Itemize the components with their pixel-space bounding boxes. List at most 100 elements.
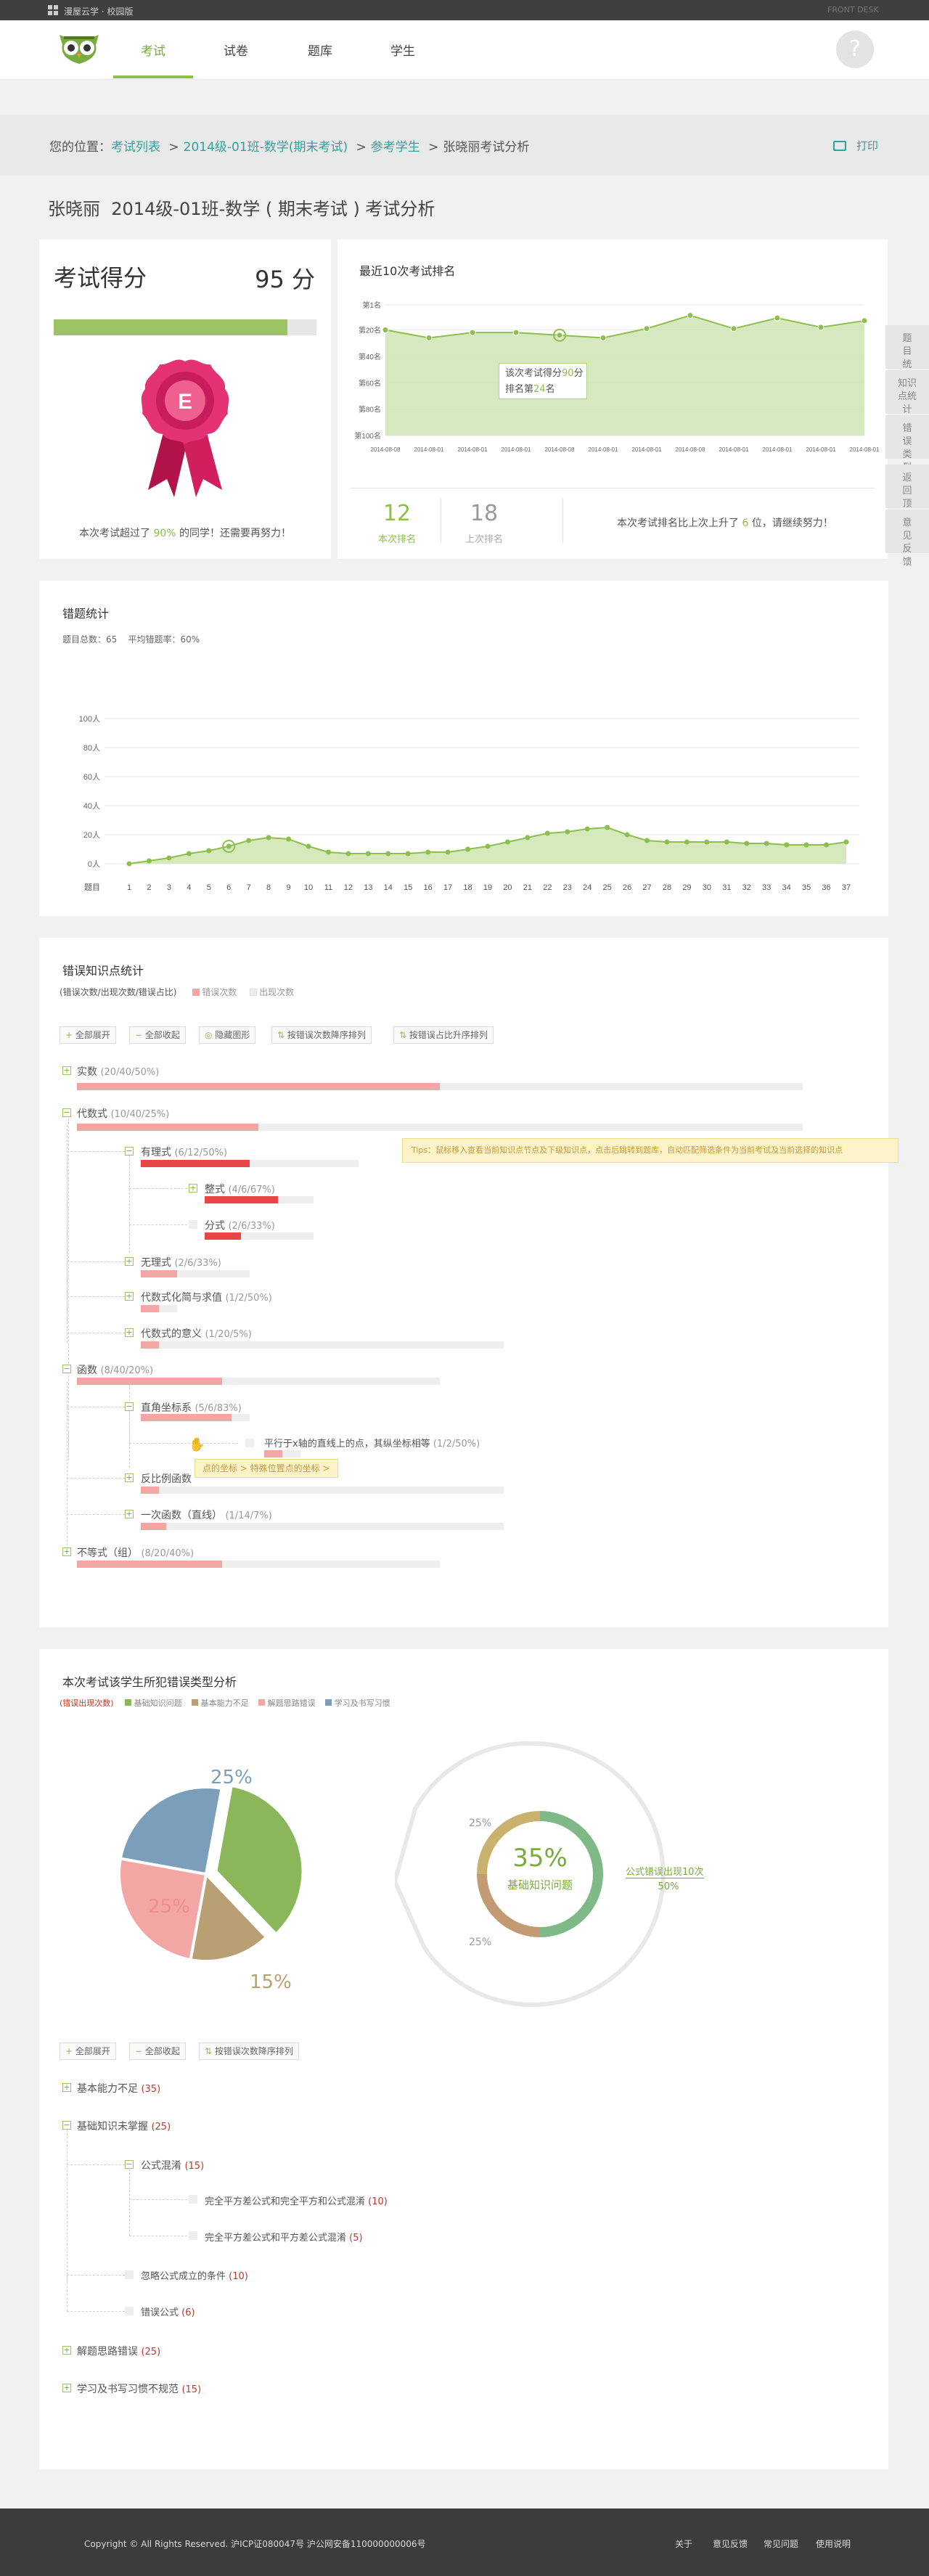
- kp-node-fraction[interactable]: 分式 (2/6/33%): [205, 1218, 275, 1232]
- errstat-title: 错题统计: [62, 607, 110, 621]
- kp-toggle-polynomial[interactable]: +: [189, 1184, 197, 1193]
- kp-toggle-real[interactable]: +: [62, 1066, 71, 1075]
- kp-node-parallel-x[interactable]: 平行于x轴的直线上的点，其纵坐标相等 (1/2/50%): [264, 1436, 480, 1449]
- kp-toggle-rational[interactable]: −: [125, 1147, 134, 1156]
- nav-item-exam[interactable]: 考试: [113, 41, 193, 59]
- kp-node-function[interactable]: 函数 (8/40/20%): [77, 1362, 153, 1377]
- kp-node-inequality[interactable]: 不等式（组） (8/20/40%): [77, 1545, 194, 1560]
- et-node-formula-mix[interactable]: 公式混淆 (15): [141, 2158, 204, 2172]
- footer-link-faq[interactable]: 常见问题: [764, 2538, 798, 2550]
- kp-bar-fill: [264, 1450, 282, 1457]
- et-collapse-all-button[interactable]: − 全部收起: [129, 2043, 186, 2060]
- side-tab-knowledge[interactable]: 知识点统计: [885, 370, 929, 415]
- side-tab-questions[interactable]: 题目统计: [885, 325, 929, 383]
- kp-tips-box: Tips：鼠标移入查看当前知识点节点及下级知识点，点击后跳转到题库，自动匹配筛选…: [402, 1138, 899, 1163]
- err-point: [465, 846, 471, 852]
- help-avatar-icon[interactable]: ?: [836, 30, 874, 68]
- err-x-tick: 12: [344, 883, 353, 892]
- kp-leaf-box: [245, 1439, 254, 1447]
- et-toggle-ability[interactable]: +: [62, 2083, 71, 2092]
- et-node-basics[interactable]: 基础知识未掌握 (25): [77, 2119, 171, 2133]
- kp-hover-tooltip: 点的坐标 > 特殊位置点的坐标 >: [195, 1459, 338, 1478]
- front-desk-link[interactable]: FRONT DESK: [827, 5, 879, 15]
- et-toggle-approach[interactable]: +: [62, 2346, 71, 2355]
- kp-toggle-meaning[interactable]: +: [125, 1328, 134, 1337]
- et-node-square-mix-1[interactable]: 完全平方差公式和完全平方和公式混淆 (10): [205, 2193, 388, 2207]
- et-node-approach[interactable]: 解题思路错误 (25): [77, 2344, 160, 2358]
- nav-item-bank[interactable]: 题库: [280, 41, 360, 59]
- kp-toggle-algebra[interactable]: −: [62, 1108, 71, 1117]
- kp-collapse-all-button[interactable]: − 全部收起: [129, 1026, 186, 1044]
- et-node-square-mix-2[interactable]: 完全平方差公式和平方差公式混淆 (5): [205, 2230, 363, 2244]
- rank-point: [687, 312, 694, 319]
- footer-copyright: Copyright © All Rights Reserved. 沪ICP证08…: [84, 2539, 426, 2549]
- kp-toggle-simplify[interactable]: +: [125, 1292, 134, 1301]
- err-x-tick: 37: [842, 883, 851, 892]
- nav-item-student[interactable]: 学生: [363, 41, 443, 59]
- kp-node-linear[interactable]: 一次函数（直线） (1/14/7%): [141, 1508, 272, 1522]
- err-point: [684, 839, 689, 845]
- donut-side-note[interactable]: 公式错误出现10次: [626, 1864, 704, 1878]
- et-legend-3: 解题思路错误: [267, 1698, 316, 1708]
- kp-toggle-coordinate[interactable]: −: [125, 1402, 134, 1411]
- rank-point: [512, 329, 520, 336]
- et-node-condition[interactable]: 忽略公式成立的条件 (10): [141, 2268, 248, 2282]
- kp-expand-all-button[interactable]: + 全部展开: [60, 1026, 116, 1044]
- kp-hide-graph-button[interactable]: ◎ 隐藏图形: [199, 1026, 256, 1044]
- et-node-wrong-formula[interactable]: 错误公式 (6): [141, 2305, 195, 2318]
- kp-node-coordinate[interactable]: 直角坐标系 (5/6/83%): [141, 1400, 242, 1415]
- footer-link-about[interactable]: 关于: [675, 2538, 692, 2550]
- kp-toggle-function[interactable]: −: [62, 1365, 71, 1373]
- kp-sort-ratio-button[interactable]: ⇅ 按错误占比升序排列: [393, 1026, 494, 1044]
- et-subtitle: (错误出现次数): [60, 1698, 114, 1708]
- err-y-tick: 60人: [83, 772, 100, 782]
- rank-point: [382, 327, 389, 334]
- side-tab-errortype[interactable]: 错误类型: [885, 415, 929, 473]
- kp-toggle-irrational[interactable]: +: [125, 1257, 134, 1266]
- kp-node-meaning[interactable]: 代数式的意义 (1/20/5%): [141, 1326, 252, 1341]
- kp-node-inverse[interactable]: 反比例函数: [141, 1471, 192, 1486]
- et-legend-swatch: [258, 1699, 266, 1706]
- kp-node-rational[interactable]: 有理式 (6/12/50%): [141, 1145, 227, 1159]
- err-point: [824, 842, 830, 848]
- footer-link-manual[interactable]: 使用说明: [816, 2538, 851, 2550]
- breadcrumb-exam-list[interactable]: 考试列表: [111, 140, 160, 155]
- kp-node-irrational[interactable]: 无理式 (2/6/33%): [141, 1255, 221, 1269]
- footer-link-feedback[interactable]: 意见反馈: [713, 2538, 748, 2550]
- errstat-chart: 100人80人60人40人20人0人1 2 3 4 5 6 7 8 9 10 11 12 13 14 15 1…: [79, 714, 859, 892]
- kp-bar-fill: [141, 1487, 159, 1494]
- side-tab-feedback[interactable]: 意见反馈: [885, 510, 929, 568]
- breadcrumb-class[interactable]: 2014级-01班-数学(期末考试): [184, 140, 348, 155]
- owl-logo[interactable]: [54, 29, 105, 67]
- side-tab-backtop[interactable]: 返回顶部: [885, 465, 929, 523]
- breadcrumb-sep: >: [168, 140, 179, 155]
- nav-item-paper[interactable]: 试卷: [196, 41, 276, 59]
- kp-toggle-inequality[interactable]: +: [62, 1547, 71, 1556]
- et-sort-count-button[interactable]: ⇅ 按错误次数降序排列: [199, 2043, 299, 2060]
- rank-y-tick: 第100名: [354, 431, 381, 441]
- kp-node-simplify[interactable]: 代数式化简与求值 (1/2/50%): [141, 1290, 272, 1304]
- err-x-tick: 15: [404, 883, 412, 892]
- kp-node-algebra[interactable]: 代数式 (10/40/25%): [77, 1106, 169, 1121]
- et-toggle-habit[interactable]: +: [62, 2384, 71, 2392]
- kp-node-real[interactable]: 实数 (20/40/50%): [77, 1064, 159, 1079]
- rank-tooltip: 该次考试得分90分 排名第24名: [499, 363, 587, 399]
- kp-bar-fill: [141, 1305, 159, 1312]
- kp-bar-track: [264, 1450, 300, 1457]
- breadcrumb-students[interactable]: 参考学生: [371, 140, 420, 155]
- pie-slice: [118, 1786, 224, 1876]
- et-legend-swatch: [192, 1699, 199, 1706]
- et-toggle-formula-mix[interactable]: −: [125, 2160, 134, 2169]
- et-toggle-basics[interactable]: −: [62, 2121, 71, 2130]
- et-expand-all-button[interactable]: + 全部展开: [60, 2043, 116, 2060]
- et-node-habit[interactable]: 学习及书写习惯不规范 (15): [77, 2381, 201, 2396]
- et-node-ability[interactable]: 基本能力不足 (35): [77, 2081, 160, 2095]
- kp-node-polynomial[interactable]: 整式 (4/6/67%): [205, 1182, 275, 1196]
- kp-sort-count-button[interactable]: ⇅ 按错误次数降序排列: [271, 1026, 372, 1044]
- print-button[interactable]: 打印: [833, 138, 878, 153]
- kp-toggle-linear[interactable]: +: [125, 1510, 134, 1518]
- kp-toggle-inverse[interactable]: +: [125, 1473, 134, 1482]
- err-x-tick: 14: [384, 883, 393, 892]
- apps-icon[interactable]: [48, 5, 58, 15]
- err-x-tick: 7: [247, 883, 251, 892]
